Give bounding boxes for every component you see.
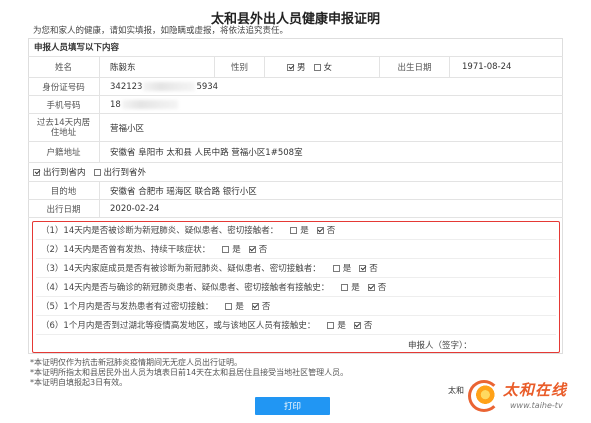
gender-option-female: 女: [313, 61, 333, 73]
destination-value-text: 安徽省 合肥市 瑶海区 联合路 银行小区: [110, 186, 257, 197]
destination-label: 目的地: [28, 182, 100, 199]
out-province-checkbox: [93, 168, 101, 176]
privacy-blur: [143, 82, 196, 91]
travel-option-in-province: 出行到省内: [33, 166, 86, 178]
table-row-travel-date: 出行日期 2020-02-24: [28, 200, 563, 218]
id-card-label-text: 身份证号码: [42, 82, 85, 93]
name-value-text: 陈毅东: [110, 63, 136, 73]
watermark-url: www.taihe-tv: [510, 401, 563, 410]
residence-label: 过去14天内居住地址: [28, 114, 100, 141]
gender-label: 性别: [215, 57, 265, 77]
female-label: 女: [323, 63, 333, 73]
phone-prefix: 18: [110, 99, 121, 110]
travel-date-label-text: 出行日期: [46, 204, 81, 215]
out-province-label: 出行到省外: [103, 168, 147, 178]
phone-value: 18: [100, 96, 563, 113]
residence-label-text: 过去14天内居住地址: [36, 117, 91, 138]
privacy-blur: [121, 100, 178, 109]
household-label-text: 户籍地址: [46, 148, 81, 158]
female-checkbox: [313, 63, 321, 71]
residence-value: 营福小区: [100, 114, 563, 141]
name-label-text: 姓名: [54, 63, 72, 73]
travel-date-value-text: 2020-02-24: [110, 203, 160, 214]
section-header-row: 申报人员填写以下内容: [28, 38, 563, 57]
table-row-phone: 手机号码 18: [28, 96, 563, 114]
honesty-notice: 为您和家人的健康，请如实填报，如隐瞒或虚报，将依法追究责任。: [33, 26, 289, 36]
name-label: 姓名: [28, 57, 100, 77]
gender-label-text: 性别: [230, 63, 248, 73]
birth-value: 1971-08-24: [450, 57, 563, 77]
household-value-text: 安徽省 阜阳市 太和县 人民中路 营福小区1#508室: [110, 148, 303, 158]
male-label: 男: [297, 63, 306, 73]
in-province-label: 出行到省内: [43, 168, 86, 178]
travel-date-label: 出行日期: [28, 200, 100, 217]
table-row-travel-scope: 出行到省内 出行到省外: [28, 163, 563, 182]
print-button[interactable]: 打印: [255, 397, 330, 415]
health-questions-highlight: [32, 221, 560, 353]
table-row-household: 户籍地址 安徽省 阜阳市 太和县 人民中路 营福小区1#508室: [28, 142, 563, 163]
destination-value: 安徽省 合肥市 瑶海区 联合路 银行小区: [100, 182, 563, 199]
id-card-suffix: 5934: [196, 81, 219, 92]
gender-options: 男 女: [265, 57, 380, 77]
id-card-value: 342123 5934: [100, 78, 563, 95]
phone-label: 手机号码: [28, 96, 100, 113]
watermark-brand: 太和在线: [503, 381, 568, 399]
table-row-residence: 过去14天内居住地址 营福小区: [28, 114, 563, 142]
phone-label-text: 手机号码: [46, 100, 81, 111]
table-row-id-card: 身份证号码 342123 5934: [28, 78, 563, 96]
gender-option-male: 男: [287, 61, 306, 73]
birth-label-text: 出生日期: [397, 63, 432, 73]
section-header: 申报人员填写以下内容: [34, 43, 120, 53]
household-value: 安徽省 阜阳市 太和县 人民中路 营福小区1#508室: [100, 142, 563, 162]
travel-option-out-province: 出行到省外: [93, 166, 147, 178]
destination-label-text: 目的地: [50, 186, 77, 197]
table-row-basic-info: 姓名 陈毅东 性别 男 女 出生日期 1971-08-24: [28, 57, 563, 78]
male-checkbox: [287, 63, 294, 71]
in-province-checkbox: [33, 168, 40, 176]
birth-value-text: 1971-08-24: [462, 62, 512, 72]
issuer-text: 太和: [448, 386, 464, 395]
swirl-logo-icon: [468, 380, 500, 412]
table-row-destination: 目的地 安徽省 合肥市 瑶海区 联合路 银行小区: [28, 182, 563, 200]
residence-value-text: 营福小区: [110, 123, 145, 134]
travel-scope-options: 出行到省内 出行到省外: [28, 163, 563, 181]
birth-label: 出生日期: [380, 57, 450, 77]
name-value: 陈毅东: [100, 57, 215, 77]
travel-date-value: 2020-02-24: [100, 200, 563, 217]
footnote: *本证明自填报起3日有效。: [30, 378, 128, 387]
id-card-label: 身份证号码: [28, 78, 100, 95]
household-label: 户籍地址: [28, 142, 100, 162]
page: 太和县外出人员健康申报证明 为您和家人的健康，请如实填报，如隐瞒或虚报，将依法追…: [0, 0, 591, 423]
id-card-prefix: 342123: [110, 81, 143, 92]
